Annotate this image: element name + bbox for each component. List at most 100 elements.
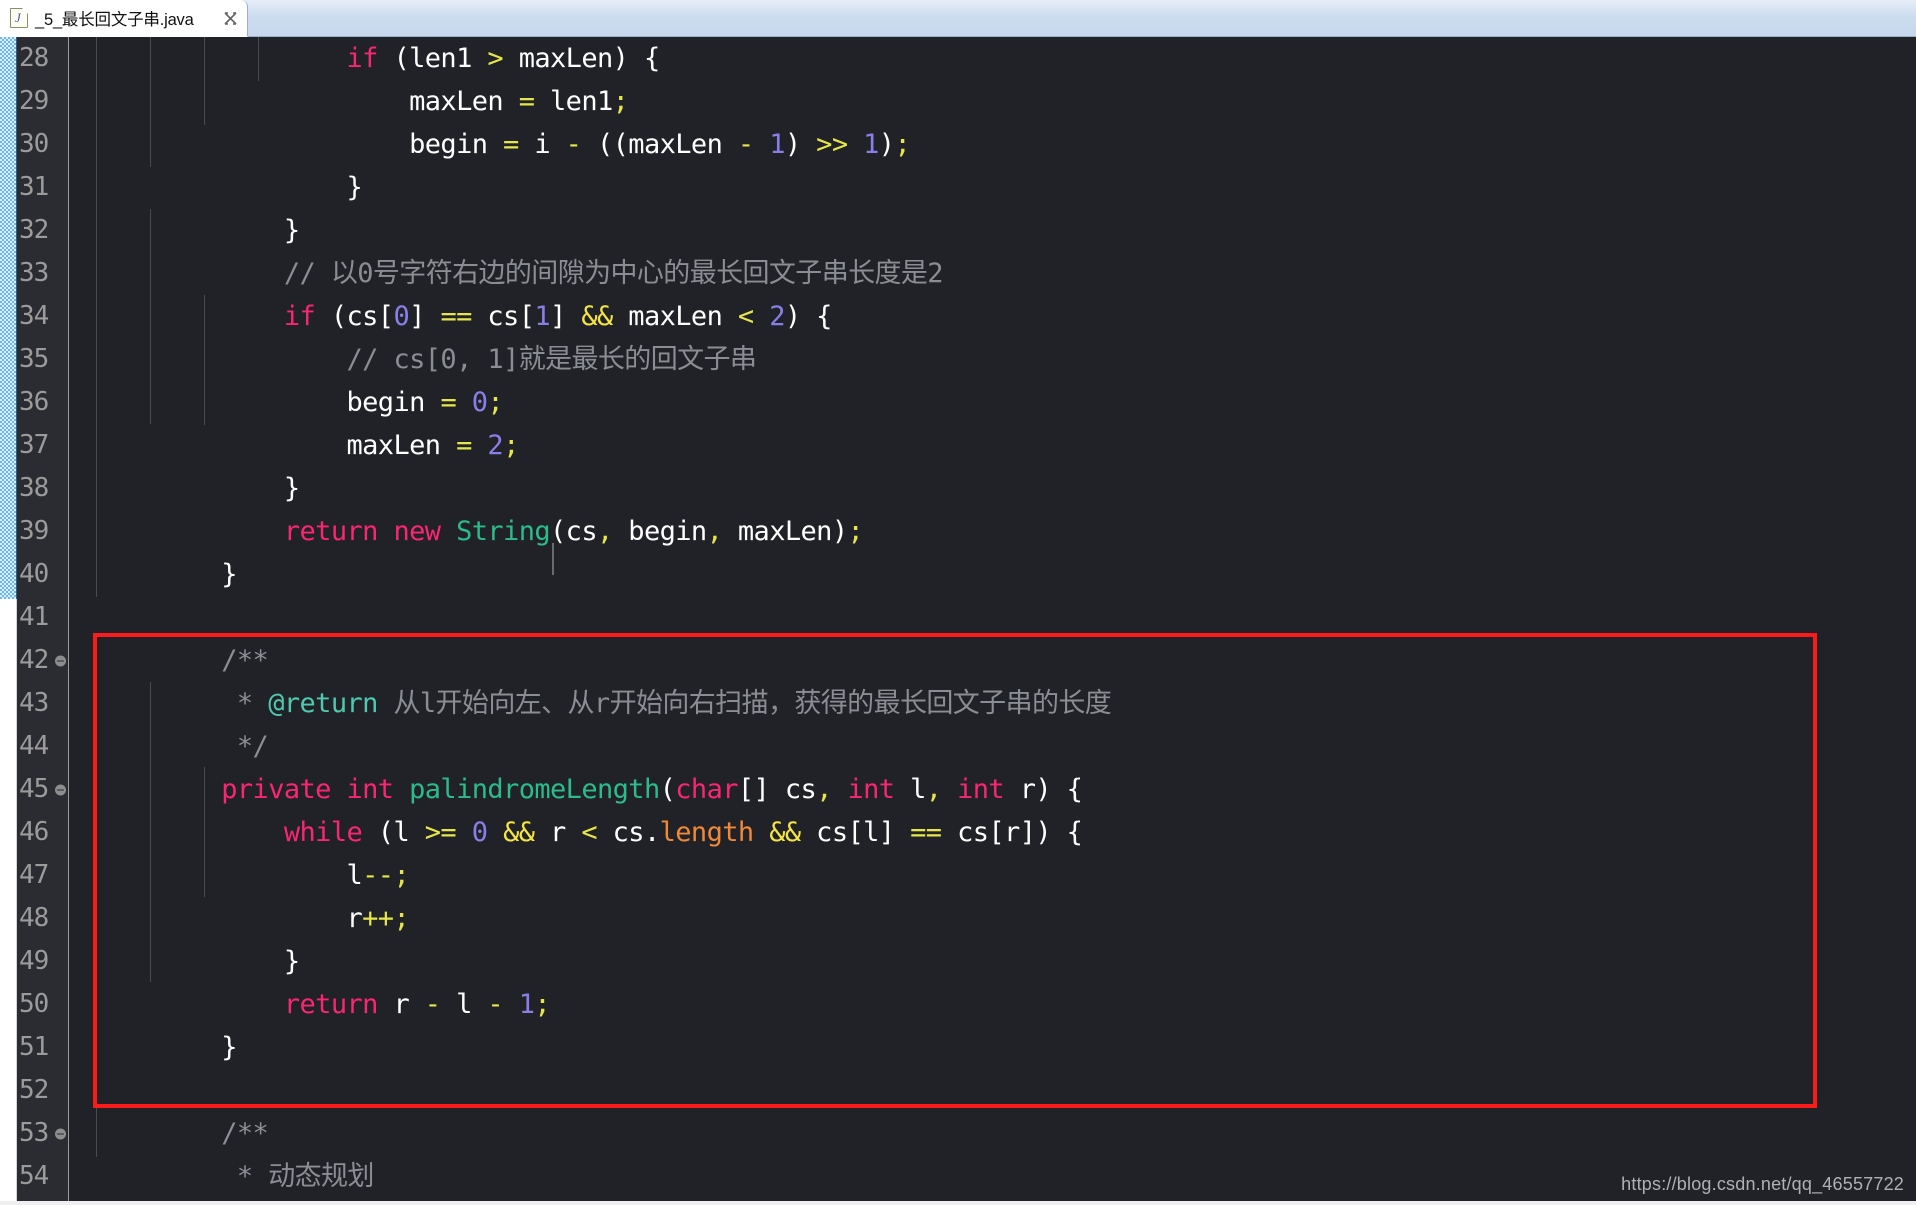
code-line[interactable]: begin = i - ((maxLen - 1) >> 1); bbox=[70, 123, 1916, 166]
line-number[interactable]: 43 bbox=[17, 682, 69, 725]
code-line[interactable]: /** bbox=[70, 639, 1916, 682]
code-line[interactable]: maxLen = 2; bbox=[70, 424, 1916, 467]
code-line[interactable]: begin = 0; bbox=[70, 381, 1916, 424]
line-number[interactable]: 28 bbox=[17, 37, 69, 80]
line-number[interactable]: 40 bbox=[17, 553, 69, 596]
code-line[interactable]: if (len1 > maxLen) { bbox=[70, 37, 1916, 80]
code-token: return bbox=[283, 989, 379, 1020]
code-token: (cs[ bbox=[315, 301, 394, 332]
code-token: int bbox=[346, 774, 395, 805]
line-number[interactable]: 44 bbox=[17, 725, 69, 768]
editor-window: _5_最长回文子串.java 2829303132333435363738394… bbox=[0, 0, 1916, 1205]
code-token: 2 bbox=[487, 430, 504, 461]
line-number[interactable]: 33 bbox=[17, 252, 69, 295]
code-line[interactable]: if (cs[0] == cs[1] && maxLen < 2) { bbox=[70, 295, 1916, 338]
line-number[interactable]: 45 bbox=[17, 768, 69, 811]
line-number[interactable]: 46 bbox=[17, 811, 69, 854]
code-line[interactable]: } bbox=[70, 166, 1916, 209]
line-number[interactable]: 41 bbox=[17, 596, 69, 639]
code-token: , bbox=[597, 516, 613, 547]
code-line[interactable]: } bbox=[70, 467, 1916, 510]
code-text-area[interactable]: if (len1 > maxLen) { maxLen = len1; begi… bbox=[70, 37, 1916, 1205]
code-token: >> bbox=[816, 129, 848, 160]
code-token: int bbox=[847, 774, 896, 805]
code-token: begin bbox=[346, 387, 441, 418]
code-token: ++; bbox=[362, 903, 410, 934]
code-line[interactable]: return r - l - 1; bbox=[70, 983, 1916, 1026]
code-line[interactable]: * @return 从l开始向左、从r开始向右扫描，获得的最长回文子串的长度 bbox=[70, 682, 1916, 725]
line-number[interactable]: 47 bbox=[17, 854, 69, 897]
code-token: > bbox=[487, 43, 504, 74]
line-number[interactable]: 50 bbox=[17, 983, 69, 1026]
code-line[interactable]: } bbox=[70, 209, 1916, 252]
code-editor[interactable]: 28 29 30 31 32 33 34 35 36 37 38 39 40 41 42 43 44 45 46 47… bbox=[17, 37, 1916, 1205]
line-number[interactable]: 49 bbox=[17, 940, 69, 983]
watermark-text: https://blog.csdn.net/qq_46557722 bbox=[1621, 1174, 1904, 1194]
code-token: 2 bbox=[769, 301, 785, 332]
code-token: while bbox=[283, 817, 363, 848]
code-token: --; bbox=[362, 860, 410, 891]
line-number[interactable]: 37 bbox=[17, 424, 69, 467]
line-number[interactable]: 35 bbox=[17, 338, 69, 381]
editor-tab-java-file[interactable]: _5_最长回文子串.java bbox=[0, 0, 248, 37]
line-number[interactable]: 38 bbox=[17, 467, 69, 510]
code-line[interactable] bbox=[70, 596, 1916, 639]
code-line[interactable]: } bbox=[70, 553, 1916, 596]
code-token: if bbox=[283, 301, 316, 332]
code-token: } bbox=[346, 172, 363, 203]
code-token: } bbox=[283, 473, 300, 504]
code-token: * 动态规划 bbox=[221, 1161, 375, 1192]
fold-collapse-icon[interactable] bbox=[55, 655, 66, 666]
fold-collapse-icon[interactable] bbox=[55, 1128, 66, 1139]
code-line[interactable]: // 以0号字符右边的间隙为中心的最长回文子串长度是2 bbox=[70, 252, 1916, 295]
line-number[interactable]: 42 bbox=[17, 639, 69, 682]
line-number[interactable]: 30 bbox=[17, 123, 69, 166]
line-number[interactable]: 48 bbox=[17, 897, 69, 940]
code-line[interactable]: private int palindromeLength(char[] cs, … bbox=[70, 768, 1916, 811]
code-token: /** bbox=[221, 1118, 269, 1149]
code-line[interactable]: l--; bbox=[70, 854, 1916, 897]
line-number[interactable]: 32 bbox=[17, 209, 69, 252]
code-line[interactable]: // cs[0, 1]就是最长的回文子串 bbox=[70, 338, 1916, 381]
line-number[interactable]: 31 bbox=[17, 166, 69, 209]
code-line[interactable]: r++; bbox=[70, 897, 1916, 940]
code-line[interactable] bbox=[70, 1069, 1916, 1112]
line-number[interactable]: 34 bbox=[17, 295, 69, 338]
code-line[interactable]: } bbox=[70, 940, 1916, 983]
editor-tab-label: _5_最长回文子串.java bbox=[35, 11, 194, 29]
code-token: cs[l] bbox=[800, 817, 911, 848]
line-number[interactable]: 52 bbox=[17, 1069, 69, 1112]
close-icon[interactable] bbox=[222, 10, 239, 27]
code-line[interactable]: } bbox=[70, 1026, 1916, 1069]
line-number[interactable]: 53 bbox=[17, 1112, 69, 1155]
code-token: r bbox=[346, 903, 363, 934]
code-token: */ bbox=[221, 731, 269, 762]
code-line[interactable]: return new String(cs, begin, maxLen); bbox=[70, 510, 1916, 553]
code-line[interactable]: while (l >= 0 && r < cs.length && cs[l] … bbox=[70, 811, 1916, 854]
line-number-gutter[interactable]: 28 29 30 31 32 33 34 35 36 37 38 39 40 41 42 43 44 45 46 47… bbox=[17, 37, 69, 1205]
code-token: - bbox=[487, 989, 504, 1020]
code-token: (cs bbox=[550, 516, 598, 547]
code-token: && bbox=[769, 817, 801, 848]
code-token: String bbox=[456, 516, 551, 547]
vertical-scrollbar[interactable] bbox=[0, 37, 17, 1205]
code-line[interactable]: */ bbox=[70, 725, 1916, 768]
code-line[interactable]: maxLen = len1; bbox=[70, 80, 1916, 123]
line-number[interactable]: 54 bbox=[17, 1155, 69, 1198]
code-token: r) { bbox=[1004, 774, 1083, 805]
line-number[interactable]: 36 bbox=[17, 381, 69, 424]
line-number[interactable]: 29 bbox=[17, 80, 69, 123]
code-line[interactable]: /** bbox=[70, 1112, 1916, 1155]
fold-collapse-icon[interactable] bbox=[55, 784, 66, 795]
code-token: private bbox=[221, 774, 331, 805]
code-token: && bbox=[581, 301, 613, 332]
line-number[interactable]: 51 bbox=[17, 1026, 69, 1069]
line-number[interactable]: 39 bbox=[17, 510, 69, 553]
scrollbar-thumb[interactable] bbox=[0, 37, 17, 599]
